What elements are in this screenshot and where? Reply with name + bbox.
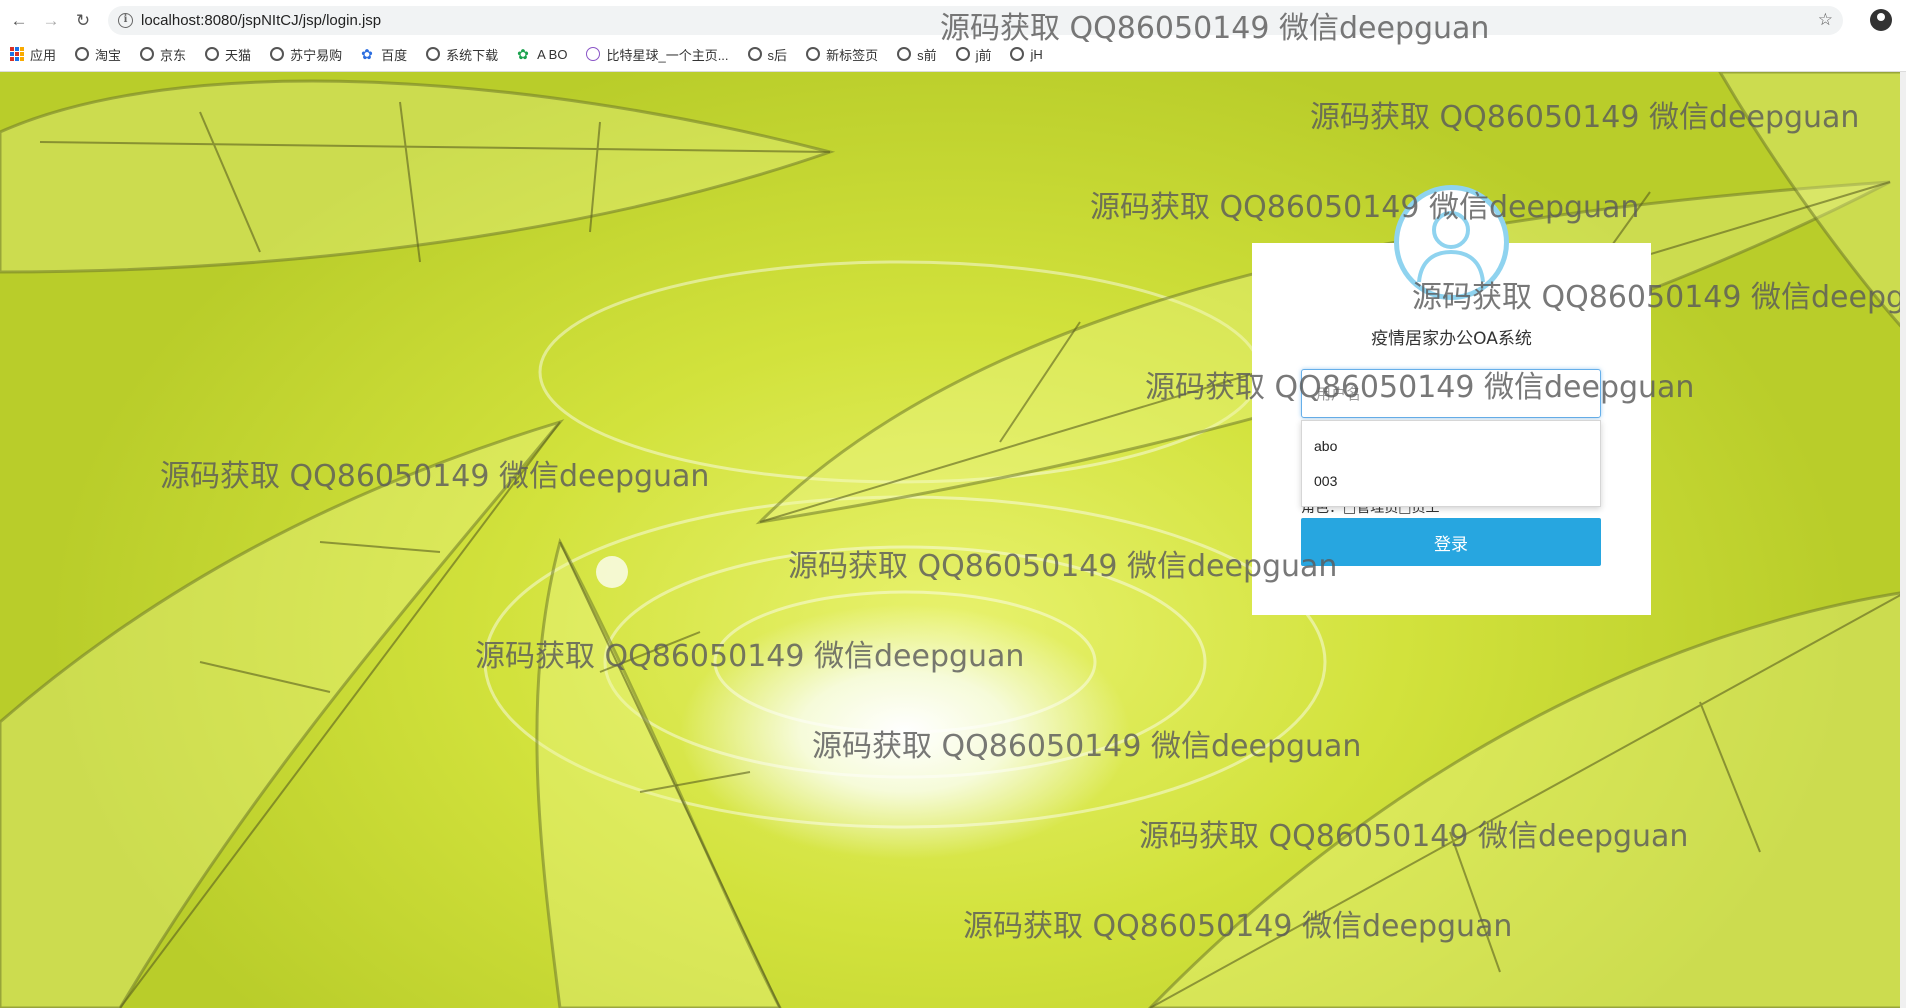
- globe-icon: [140, 47, 155, 61]
- bookmark-label: 比特星球_一个主页...: [606, 47, 729, 63]
- bookmark-item[interactable]: jH: [1010, 46, 1043, 62]
- bookmark-label: s后: [767, 47, 788, 63]
- back-icon[interactable]: ←: [8, 10, 30, 32]
- bookmark-label: jH: [1030, 46, 1043, 62]
- bookmark-label: 天猫: [225, 47, 252, 63]
- bookmark-label: j前: [975, 47, 992, 63]
- star-icon[interactable]: ☆: [1818, 10, 1833, 30]
- globe-icon: [1010, 47, 1025, 61]
- paw-icon: ✿: [361, 46, 373, 62]
- bookmark-item[interactable]: 新标签页: [806, 45, 878, 64]
- bookmark-item[interactable]: 京东: [140, 45, 186, 64]
- login-button[interactable]: 登录: [1301, 518, 1601, 566]
- bookmark-label: 淘宝: [95, 47, 122, 63]
- globe-icon: [426, 47, 441, 61]
- profile-icon[interactable]: [1870, 9, 1892, 31]
- globe-icon: [747, 47, 762, 61]
- bookmark-label: 京东: [160, 47, 187, 63]
- autocomplete-option[interactable]: abo: [1302, 429, 1600, 464]
- forward-icon[interactable]: →: [40, 10, 62, 32]
- globe-icon: [205, 47, 220, 61]
- autocomplete-dropdown[interactable]: abo 003: [1301, 420, 1601, 507]
- bookmark-label: 百度: [381, 47, 408, 63]
- globe-icon: [806, 47, 821, 61]
- leaf-icon: ✿: [517, 46, 529, 62]
- address-bar[interactable]: i localhost:8080/jspNItCJ/jsp/login.jsp …: [108, 6, 1843, 35]
- planet-icon: [586, 47, 601, 61]
- bookmark-apps[interactable]: 应用: [10, 45, 56, 64]
- bookmark-item[interactable]: ✿ 百度: [361, 45, 407, 64]
- bookmark-label: A BO: [537, 46, 568, 62]
- bookmark-item[interactable]: 天猫: [205, 45, 251, 64]
- user-avatar-icon: [1394, 185, 1509, 300]
- bookmarks-bar: 应用 淘宝 京东 天猫 苏宁易购 ✿ 百度 系统下载 ✿ A BO 比特星球_一个主…: [10, 44, 1062, 64]
- autocomplete-option[interactable]: 003: [1302, 464, 1600, 499]
- apps-icon: [10, 47, 24, 61]
- globe-icon: [955, 47, 970, 61]
- bookmark-item[interactable]: 苏宁易购: [270, 45, 342, 64]
- bookmark-label: s前: [917, 47, 937, 63]
- reload-icon[interactable]: ↻: [72, 10, 94, 32]
- bookmark-item[interactable]: s前: [897, 45, 937, 64]
- globe-icon: [270, 47, 285, 61]
- bookmark-item[interactable]: ✿ A BO: [517, 47, 567, 62]
- browser-chrome: ← → ↻ i localhost:8080/jspNItCJ/jsp/logi…: [0, 0, 1906, 72]
- globe-icon: [897, 47, 912, 61]
- bookmark-label: 应用: [30, 47, 57, 63]
- bookmark-item[interactable]: 系统下载: [426, 45, 498, 64]
- system-title: 疫情居家办公OA系统: [1371, 329, 1532, 349]
- url-text[interactable]: localhost:8080/jspNItCJ/jsp/login.jsp: [141, 12, 381, 29]
- bookmark-item[interactable]: 淘宝: [75, 45, 121, 64]
- username-input[interactable]: [1301, 369, 1601, 418]
- bookmark-label: 系统下载: [446, 47, 499, 63]
- bookmark-label: 新标签页: [826, 47, 879, 63]
- bookmark-item[interactable]: 比特星球_一个主页...: [586, 45, 729, 64]
- info-icon[interactable]: i: [118, 13, 133, 28]
- bookmark-item[interactable]: s后: [747, 45, 788, 64]
- globe-icon: [75, 47, 90, 61]
- bookmark-label: 苏宁易购: [290, 47, 343, 63]
- scrollbar[interactable]: [1900, 72, 1906, 1008]
- bookmark-item[interactable]: j前: [955, 45, 992, 64]
